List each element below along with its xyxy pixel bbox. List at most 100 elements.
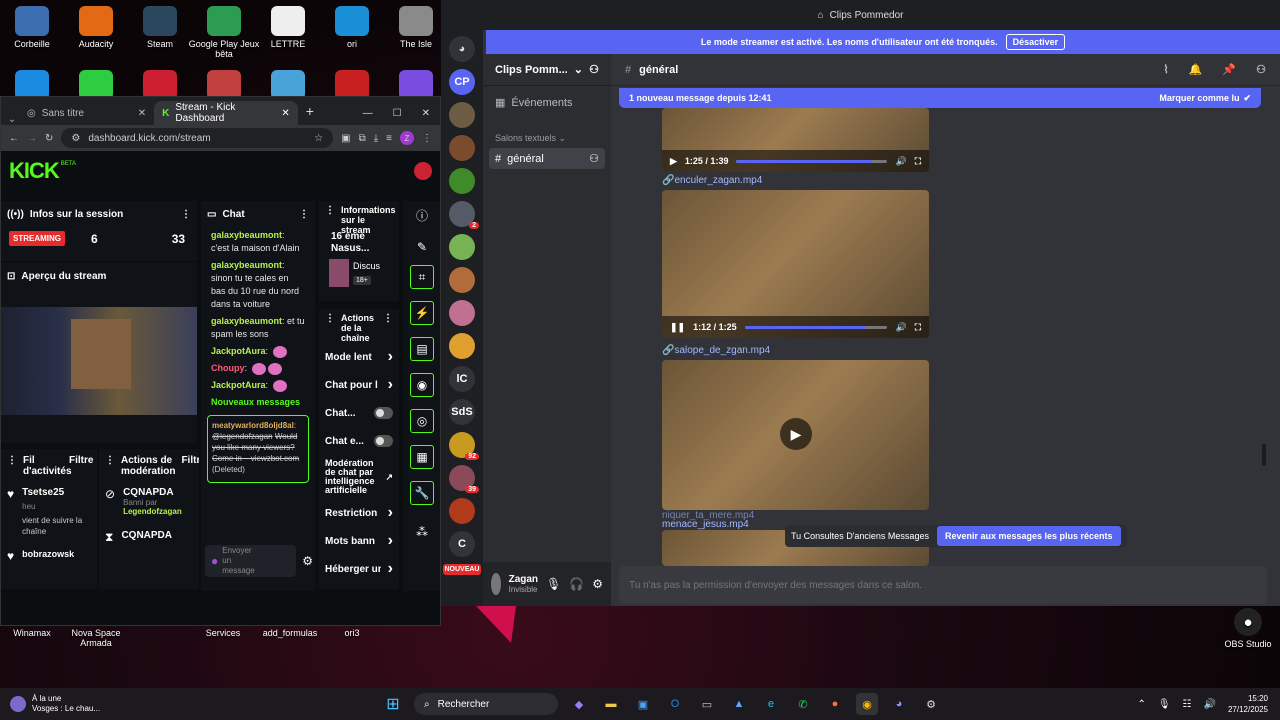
channel-general[interactable]: # général ⚇ <box>489 148 605 169</box>
mod-action-user[interactable]: CQNAPDA <box>121 530 172 545</box>
weather-widget[interactable]: À la une Vosges : Le chau... <box>0 694 120 714</box>
toggle-switch[interactable] <box>373 407 393 419</box>
terminal-icon[interactable]: ▭ <box>696 693 718 715</box>
members-icon[interactable]: ⚇ <box>1256 63 1266 76</box>
volume-icon[interactable]: 🔊 <box>1204 699 1216 710</box>
server-button[interactable] <box>449 333 475 359</box>
drag-handle-icon[interactable]: ⋮ <box>7 455 17 466</box>
clock[interactable]: 15:20 27/12/2025 <box>1228 693 1268 715</box>
chat-settings-icon[interactable]: ⚙ <box>302 554 313 568</box>
menu-icon[interactable]: ⋮ <box>422 133 432 144</box>
new-tab-button[interactable]: + <box>298 103 322 125</box>
server-button[interactable] <box>449 102 475 128</box>
info-icon[interactable]: ⓘ <box>416 207 428 224</box>
file-link[interactable]: 🔗salope_de_zgan.mp4 <box>662 345 770 356</box>
server-button[interactable] <box>449 168 475 194</box>
server-button[interactable]: 2 <box>449 201 479 229</box>
drag-handle-icon[interactable]: ⋮ <box>325 205 335 216</box>
notes-button[interactable]: ▤ <box>410 337 434 361</box>
play-icon[interactable]: ▶ <box>670 156 677 167</box>
chat-username[interactable]: galaxybeaumont <box>211 230 282 240</box>
channel-actions-menu-icon[interactable]: ⋮ <box>383 313 393 324</box>
chrome-icon[interactable]: ◉ <box>856 693 878 715</box>
activity-filter-button[interactable]: Filtre <box>69 455 93 466</box>
file-explorer-icon[interactable]: ▬ <box>600 693 622 715</box>
drag-handle-icon[interactable]: ⋮ <box>105 455 115 466</box>
chat-input[interactable]: ● Envoyer un message <box>205 545 297 577</box>
play-icon[interactable]: ▶ <box>780 418 812 450</box>
edit-icon[interactable]: ✎ <box>417 240 427 254</box>
chat-mode-button[interactable]: ◉ <box>410 373 434 397</box>
chat-username[interactable]: JackpotAura <box>211 346 266 356</box>
edge-icon[interactable]: e <box>760 693 782 715</box>
steam-icon[interactable]: ⚙ <box>920 693 942 715</box>
server-button[interactable] <box>449 267 475 293</box>
disable-streamer-mode-button[interactable]: Désactiver <box>1005 34 1066 50</box>
chat-username[interactable]: galaxybeaumont <box>211 260 282 270</box>
volume-icon[interactable]: 🔊 <box>895 322 906 333</box>
raid-button[interactable]: ⚡ <box>410 301 434 325</box>
add-member-icon[interactable]: ⚇ <box>589 152 599 165</box>
new-messages-indicator[interactable]: Nouveaux messages <box>201 394 315 411</box>
server-button[interactable] <box>449 135 475 161</box>
kick-user-avatar[interactable] <box>414 162 432 180</box>
video-progress-bar[interactable] <box>744 325 888 329</box>
close-tab-icon[interactable]: ✕ <box>138 108 146 119</box>
close-window-button[interactable]: ✕ <box>412 108 440 125</box>
volume-icon[interactable]: 🔊 <box>895 156 906 167</box>
category-header[interactable]: Salons textuels ⌄ <box>483 119 611 148</box>
session-menu-icon[interactable]: ⋮ <box>181 209 191 220</box>
media-icon[interactable]: ≡ <box>386 133 392 144</box>
microphone-icon[interactable]: 🎙 <box>1158 699 1171 710</box>
tab-sans-titre[interactable]: ◎ Sans titre ✕ <box>19 101 154 125</box>
profile-avatar[interactable]: Z <box>400 131 414 145</box>
server-button[interactable]: 92 <box>449 432 479 460</box>
channel-action-item[interactable]: Héberger une cl › <box>319 555 399 583</box>
chat-username[interactable]: Choupy <box>211 363 245 373</box>
broadcast-button[interactable]: ◎ <box>410 409 434 433</box>
address-bar[interactable]: ⚙ dashboard.kick.com/stream ☆ <box>61 128 334 148</box>
reload-icon[interactable]: ↻ <box>45 133 53 144</box>
category-name[interactable]: Discus <box>353 261 380 271</box>
mark-as-read-button[interactable]: Marquer comme lu <box>1159 93 1239 103</box>
firefox-icon[interactable]: ● <box>824 693 846 715</box>
stream-preview-video[interactable] <box>1 307 197 415</box>
jump-to-present-button[interactable]: Revenir aux messages les plus récents <box>936 526 1121 546</box>
channel-action-item[interactable]: Chat e... <box>319 427 399 455</box>
chat-username[interactable]: galaxybeaumont <box>211 316 282 326</box>
channel-action-item[interactable]: Modération de chat par intelligence arti… <box>319 455 399 499</box>
server-button[interactable]: SdS <box>449 399 475 425</box>
desktop-icon[interactable]: Nova Space Armada <box>56 628 136 648</box>
outlook-icon[interactable]: O <box>664 693 686 715</box>
tools-button[interactable]: 🔧 <box>410 481 434 505</box>
video-player[interactable]: ▶ 1:25 / 1:39 🔊 ⛶ <box>662 108 929 172</box>
start-button[interactable]: ⊞ <box>382 693 404 715</box>
overlay-button[interactable]: ▦ <box>410 445 434 469</box>
clip-button[interactable]: ⌗ <box>410 265 434 289</box>
store-icon[interactable]: ▣ <box>632 693 654 715</box>
file-link[interactable]: niquer_ta_mere.mp4 <box>662 511 754 521</box>
add-member-icon[interactable]: ⚇ <box>589 63 599 76</box>
whatsapp-icon[interactable]: ✆ <box>792 693 814 715</box>
chat-menu-icon[interactable]: ⋮ <box>299 209 309 220</box>
file-link[interactable]: 🔗enculer_zagan.mp4 <box>662 175 762 186</box>
channel-action-item[interactable]: Chat pour l › <box>319 371 399 399</box>
chat-username[interactable]: JackpotAura <box>211 380 266 390</box>
site-info-icon[interactable]: ⚙ <box>71 133 80 144</box>
settings-icon[interactable]: ⚙ <box>592 577 603 591</box>
mod-action-moderator[interactable]: Legendofzagan <box>123 507 182 516</box>
network-icon[interactable]: ☷ <box>1183 699 1192 710</box>
channel-action-item[interactable]: Mode lent › <box>319 343 399 371</box>
mod-actions-filter-button[interactable]: Filtr <box>181 455 199 466</box>
file-link[interactable]: menace_jesus.mp4 <box>662 520 754 530</box>
server-clips-pommedor[interactable]: CP <box>449 69 475 95</box>
microphone-icon[interactable]: 🎙 <box>546 577 561 591</box>
user-avatar[interactable] <box>491 573 501 595</box>
headphones-icon[interactable]: 🎧 <box>569 577 584 591</box>
server-button[interactable] <box>449 234 475 260</box>
desktop-icon[interactable]: ori3 <box>312 628 392 638</box>
toggle-switch[interactable] <box>373 435 393 447</box>
maximize-button[interactable]: ☐ <box>383 108 412 125</box>
fullscreen-icon[interactable]: ⛶ <box>915 322 921 333</box>
bookmark-star-icon[interactable]: ☆ <box>314 133 323 144</box>
